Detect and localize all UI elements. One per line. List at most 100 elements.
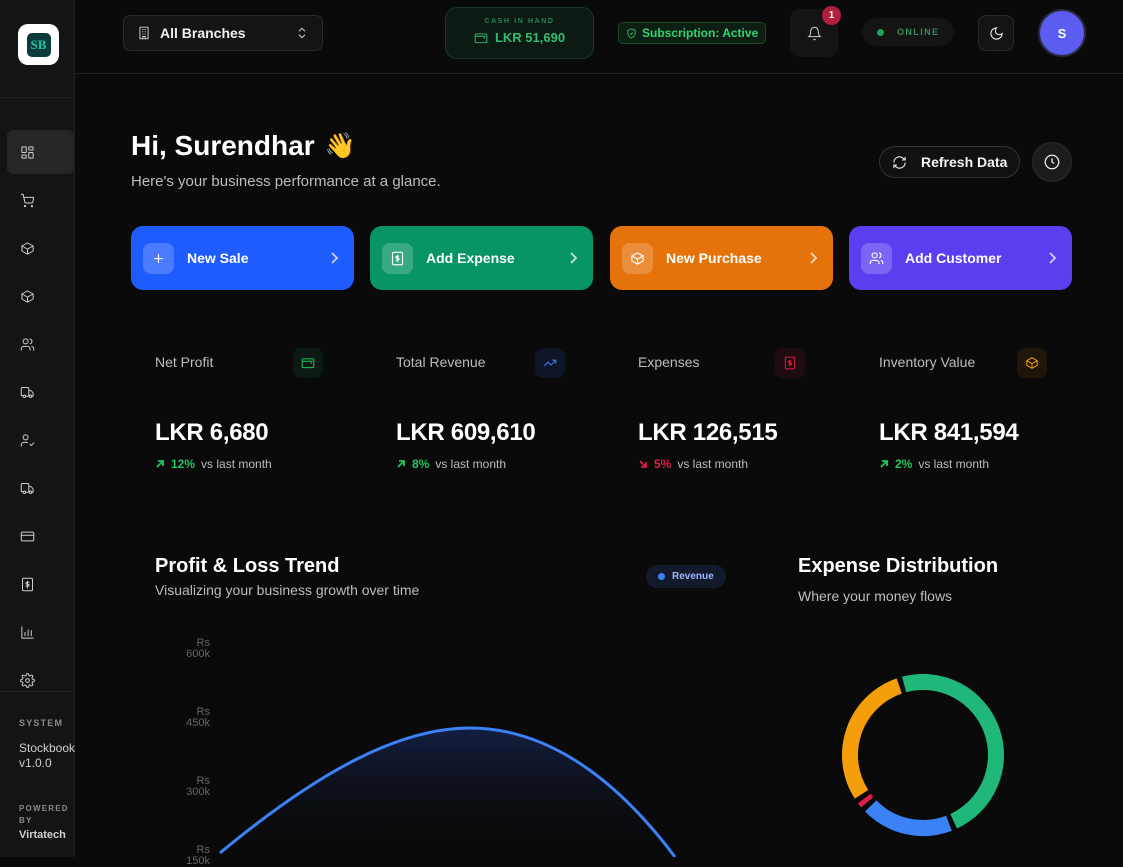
- box-icon: [21, 241, 34, 255]
- topbar: All Branches CASH IN HAND LKR 51,690 Sub…: [75, 0, 1123, 74]
- donut-slice-3[interactable]: [842, 678, 903, 799]
- trending-up-icon: [535, 348, 565, 378]
- add-customer-button[interactable]: Add Customer: [849, 226, 1072, 290]
- sidebar-item-purchases[interactable]: [7, 466, 74, 510]
- building-icon: [139, 26, 149, 40]
- moon-icon: [989, 26, 1003, 40]
- greeting-title: Hi, Surendhar: [131, 130, 315, 161]
- donut-slice-0[interactable]: [902, 674, 1004, 829]
- gear-icon: [20, 672, 35, 688]
- cart-icon: [20, 193, 35, 207]
- donut-slice-2[interactable]: [857, 793, 874, 808]
- bar-chart-icon: [21, 625, 34, 639]
- sidebar-item-suppliers[interactable]: [7, 418, 74, 462]
- branch-selector[interactable]: All Branches: [123, 15, 323, 51]
- truck-icon: [20, 482, 34, 494]
- cash-value: LKR 51,690: [494, 30, 566, 45]
- expense-chart-subtitle: Where your money flows: [798, 588, 953, 604]
- dollar-icon: [775, 348, 805, 378]
- wave-icon: 👋: [324, 131, 356, 160]
- greeting-heading: Hi, Surendhar 👋: [131, 130, 356, 162]
- trend-up-icon: [156, 460, 164, 468]
- add-customer-label: Add Customer: [905, 250, 1002, 266]
- legend-dot: [658, 573, 665, 580]
- trend-up-icon: [880, 460, 888, 468]
- stat-trend: 2% vs last month: [879, 457, 989, 471]
- cash-label: CASH IN HAND: [484, 18, 555, 25]
- stat-percent: 2%: [895, 457, 913, 471]
- box-icon: [622, 242, 653, 274]
- stat-value: LKR 126,515: [638, 419, 778, 446]
- new-sale-button[interactable]: New Sale: [131, 226, 354, 290]
- stat-percent: 5%: [654, 457, 672, 471]
- sidebar-bottom-divider: [0, 691, 75, 692]
- subscription-text: Subscription: Active: [642, 26, 759, 40]
- system-name: Stockbook: [19, 741, 75, 755]
- legend-label: Revenue: [672, 571, 714, 582]
- powered-label: POWERED BY: [19, 804, 69, 825]
- sidebar-item-customers[interactable]: [7, 322, 74, 366]
- stat-card-inventory-value: Inventory Value LKR 841,594 2% vs last m…: [855, 340, 1085, 480]
- users-icon: [20, 337, 35, 351]
- user-check-icon: [20, 433, 35, 447]
- new-sale-label: New Sale: [187, 250, 249, 266]
- stat-title: Inventory Value: [879, 354, 976, 370]
- plus-icon: [143, 242, 174, 274]
- stat-card-expenses: Expenses LKR 126,515 5% vs last month: [614, 340, 844, 480]
- stat-trend: 5% vs last month: [638, 457, 748, 471]
- users-icon: [861, 242, 892, 274]
- trend-chart-title: Profit & Loss Trend: [155, 555, 340, 577]
- sidebar-item-reports[interactable]: [7, 610, 74, 654]
- expense-donut-chart: [842, 674, 1004, 836]
- stat-title: Expenses: [638, 354, 700, 370]
- stat-percent: 12%: [171, 457, 196, 471]
- sidebar-item-expenses[interactable]: [7, 562, 74, 606]
- user-avatar[interactable]: S: [1038, 9, 1086, 57]
- sidebar-item-deliveries[interactable]: [7, 370, 74, 414]
- branch-selector-label: All Branches: [160, 25, 246, 41]
- dollar-icon: [382, 242, 413, 274]
- greeting-subtitle: Here's your business performance at a gl…: [131, 173, 441, 190]
- chevron-up-down-icon: [298, 27, 306, 39]
- wallet-icon: [474, 32, 488, 43]
- theme-toggle-button[interactable]: [978, 15, 1014, 51]
- sidebar-item-settings[interactable]: [7, 658, 74, 702]
- stat-trend: 12% vs last month: [155, 457, 272, 471]
- donut-slice-1[interactable]: [865, 800, 952, 836]
- sidebar-item-dashboard[interactable]: [7, 130, 74, 174]
- status-text: ONLINE: [897, 27, 940, 37]
- expense-chart-title: Expense Distribution: [798, 555, 999, 577]
- chart-legend-revenue[interactable]: Revenue: [646, 565, 726, 588]
- sidebar-item-inventory[interactable]: [7, 274, 74, 318]
- new-purchase-button[interactable]: New Purchase: [610, 226, 833, 290]
- sidebar-divider: [0, 97, 75, 98]
- notification-count-badge: 1: [822, 6, 841, 25]
- stat-trend: 8% vs last month: [396, 457, 506, 471]
- chevron-right-icon: [329, 251, 339, 269]
- online-status: ONLINE: [862, 18, 954, 46]
- stat-percent: 8%: [412, 457, 430, 471]
- chevron-right-icon: [568, 251, 578, 269]
- shield-check-icon: [627, 27, 636, 39]
- logo-mark: SB: [26, 32, 51, 57]
- add-expense-button[interactable]: Add Expense: [370, 226, 593, 290]
- stat-value: LKR 841,594: [879, 419, 1019, 446]
- cash-in-hand-widget: CASH IN HAND LKR 51,690: [445, 7, 594, 59]
- sidebar-item-products[interactable]: [7, 226, 74, 270]
- refresh-data-button[interactable]: Refresh Data: [879, 146, 1020, 178]
- sidebar-item-payments[interactable]: [7, 514, 74, 558]
- stat-value: LKR 609,610: [396, 419, 536, 446]
- stat-value: LKR 6,680: [155, 419, 269, 446]
- stat-title: Total Revenue: [396, 354, 486, 370]
- add-expense-label: Add Expense: [426, 250, 515, 266]
- app-logo[interactable]: SB: [18, 24, 59, 65]
- refresh-label: Refresh Data: [921, 154, 1008, 170]
- stat-card-total-revenue: Total Revenue LKR 609,610 8% vs last mon…: [372, 340, 602, 480]
- chevron-right-icon: [1047, 251, 1057, 269]
- subscription-badge: Subscription: Active: [618, 22, 767, 44]
- stat-suffix: vs last month: [435, 457, 507, 471]
- stat-suffix: vs last month: [918, 457, 990, 471]
- history-button[interactable]: [1032, 142, 1072, 182]
- sidebar-item-sales[interactable]: [7, 178, 74, 222]
- wallet-icon: [293, 348, 323, 378]
